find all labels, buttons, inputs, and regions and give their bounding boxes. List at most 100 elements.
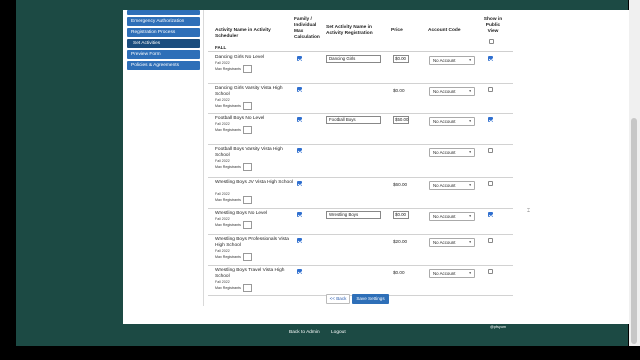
max-registrants-input[interactable]	[243, 126, 252, 134]
account-code-select[interactable]: No Account ▾	[429, 87, 475, 96]
account-code-select[interactable]: No Account ▾	[429, 56, 475, 65]
back-to-admin-link[interactable]: Back to Admin	[289, 330, 320, 335]
scrollbar-thumb[interactable]	[631, 118, 637, 344]
family-individual-checkbox[interactable]	[297, 181, 302, 186]
save-settings-button[interactable]: Save Settings	[352, 294, 389, 304]
account-code-select[interactable]: No Account ▾	[429, 117, 475, 126]
chevron-down-icon: ▾	[469, 89, 471, 93]
price-input[interactable]: $0.00	[393, 55, 409, 63]
max-registrants-label: Max Registrants	[215, 104, 241, 108]
show-public-checkbox[interactable]	[488, 56, 493, 61]
price-input[interactable]: $0.00	[393, 211, 409, 219]
mouse-cursor-icon: ⌶	[527, 208, 531, 214]
account-code-select[interactable]: No Account ▾	[429, 181, 475, 190]
sidebar-item-policies-agreements[interactable]: Policies & Agreements	[127, 61, 200, 70]
sidebar-item-preview-form[interactable]: Preview Form	[127, 50, 200, 59]
activity-season: Fall 2022	[215, 249, 230, 253]
registration-name-input[interactable]: Dancing Girls	[326, 55, 381, 63]
max-registrants-label: Max Registrants	[215, 223, 241, 227]
chevron-down-icon: ▾	[469, 271, 471, 275]
activity-name: Football Boys Varsity Vista High School	[215, 147, 283, 158]
table-row: Wrestling Boys Professionals Vista High …	[208, 235, 513, 266]
activity-season: Fall 2022	[215, 192, 230, 196]
logout-link[interactable]: Logout	[331, 330, 346, 335]
show-public-checkbox[interactable]	[488, 269, 493, 274]
chevron-down-icon: ▾	[469, 183, 471, 187]
show-public-checkbox[interactable]	[488, 181, 493, 186]
family-individual-checkbox[interactable]	[297, 212, 302, 217]
activity-season: Fall 2022	[215, 280, 230, 284]
header-show-public: Show in Public View	[483, 17, 503, 34]
select-all-public-checkbox[interactable]	[489, 39, 494, 44]
price-value: $60.00	[393, 182, 408, 187]
activity-name: Wrestling Boys JV Vista High School	[215, 180, 293, 185]
account-code-select[interactable]: No Account ▾	[429, 148, 475, 157]
activity-name: Dancing Girls Varsity Vista High School	[215, 86, 283, 97]
activity-season: Fall 2022	[215, 159, 230, 163]
activity-season: Fall 2022	[215, 98, 230, 102]
activity-season: Fall 2022	[215, 122, 230, 126]
registration-name-input[interactable]: Football Boys	[326, 116, 381, 124]
table-row: Dancing Girls No Level Fall 2022 Max Regis…	[208, 53, 513, 84]
max-registrants-label: Max Registrants	[215, 198, 241, 202]
activity-name: Wrestling Boys Professionals Vista High …	[215, 237, 289, 248]
activity-season: Fall 2022	[215, 217, 230, 221]
season-heading: FALL	[215, 45, 227, 50]
max-registrants-input[interactable]	[243, 284, 252, 292]
account-code-value: No Account	[433, 240, 456, 245]
chevron-down-icon: ▾	[469, 119, 471, 123]
sidebar-nav: Emergency Authorization Registration Pro…	[127, 10, 200, 72]
family-individual-checkbox[interactable]	[297, 117, 302, 122]
price-value: $20.00	[393, 239, 408, 244]
sidebar-item-emergency-authorization[interactable]: Emergency Authorization	[127, 17, 200, 26]
price-input[interactable]: $50.00	[393, 116, 409, 124]
table-row: Dancing Girls Varsity Vista High School F…	[208, 84, 513, 114]
show-public-checkbox[interactable]	[488, 148, 493, 153]
account-code-select[interactable]: No Account ▾	[429, 269, 475, 278]
max-registrants-input[interactable]	[243, 221, 252, 229]
account-code-value: No Account	[433, 89, 456, 94]
activity-settings-table: Activity Name in Activity Scheduler Fami…	[208, 10, 513, 306]
family-individual-checkbox[interactable]	[297, 87, 302, 92]
account-code-select[interactable]: No Account ▾	[429, 238, 475, 247]
registration-name-input[interactable]: Wrestling Boys	[326, 211, 381, 219]
header-divider	[208, 51, 513, 52]
account-code-select[interactable]: No Account ▾	[429, 212, 475, 221]
back-button[interactable]: << Back	[326, 294, 350, 304]
header-price: Price	[391, 28, 403, 33]
max-registrants-input[interactable]	[243, 253, 252, 261]
sidebar-item-partial[interactable]	[127, 10, 200, 15]
activity-season: Fall 2022	[215, 61, 230, 65]
account-code-value: No Account	[433, 150, 456, 155]
activity-name: Wrestling Boys Travel Vista High School	[215, 268, 285, 279]
account-code-value: No Account	[433, 119, 456, 124]
max-registrants-input[interactable]	[243, 163, 252, 171]
family-individual-checkbox[interactable]	[297, 269, 302, 274]
max-registrants-label: Max Registrants	[215, 128, 241, 132]
max-registrants-input[interactable]	[243, 196, 252, 204]
table-row: Football Boys Varsity Vista High School F…	[208, 145, 513, 178]
show-public-checkbox[interactable]	[488, 238, 493, 243]
table-row: Wrestling Boys Travel Vista High School F…	[208, 266, 513, 296]
family-individual-checkbox[interactable]	[297, 238, 302, 243]
table-row: Wrestling Boys No Level Fall 2022 Max Regi…	[208, 209, 513, 235]
header-family-individual: Family / Individual Max Calculation	[294, 17, 320, 40]
footer-credit: @pfsyum	[490, 325, 507, 329]
table-row: Football Boys No Level Fall 2022 Max Regis…	[208, 114, 513, 145]
family-individual-checkbox[interactable]	[297, 148, 302, 153]
account-code-value: No Account	[433, 183, 456, 188]
table-row: Wrestling Boys JV Vista High School Fall …	[208, 178, 513, 209]
max-registrants-input[interactable]	[243, 102, 252, 110]
sidebar-item-set-activities[interactable]: Set Activities	[127, 39, 200, 48]
max-registrants-input[interactable]	[243, 65, 252, 73]
chevron-down-icon: ▾	[469, 150, 471, 154]
show-public-checkbox[interactable]	[488, 212, 493, 217]
show-public-checkbox[interactable]	[488, 87, 493, 92]
header-registration-name: Set Activity Name in Activity Registrati…	[326, 25, 373, 36]
account-code-value: No Account	[433, 58, 456, 63]
max-registrants-label: Max Registrants	[215, 67, 241, 71]
chevron-down-icon: ▾	[469, 214, 471, 218]
show-public-checkbox[interactable]	[488, 117, 493, 122]
sidebar-item-registration-process[interactable]: Registration Process	[127, 28, 200, 37]
family-individual-checkbox[interactable]	[297, 56, 302, 61]
